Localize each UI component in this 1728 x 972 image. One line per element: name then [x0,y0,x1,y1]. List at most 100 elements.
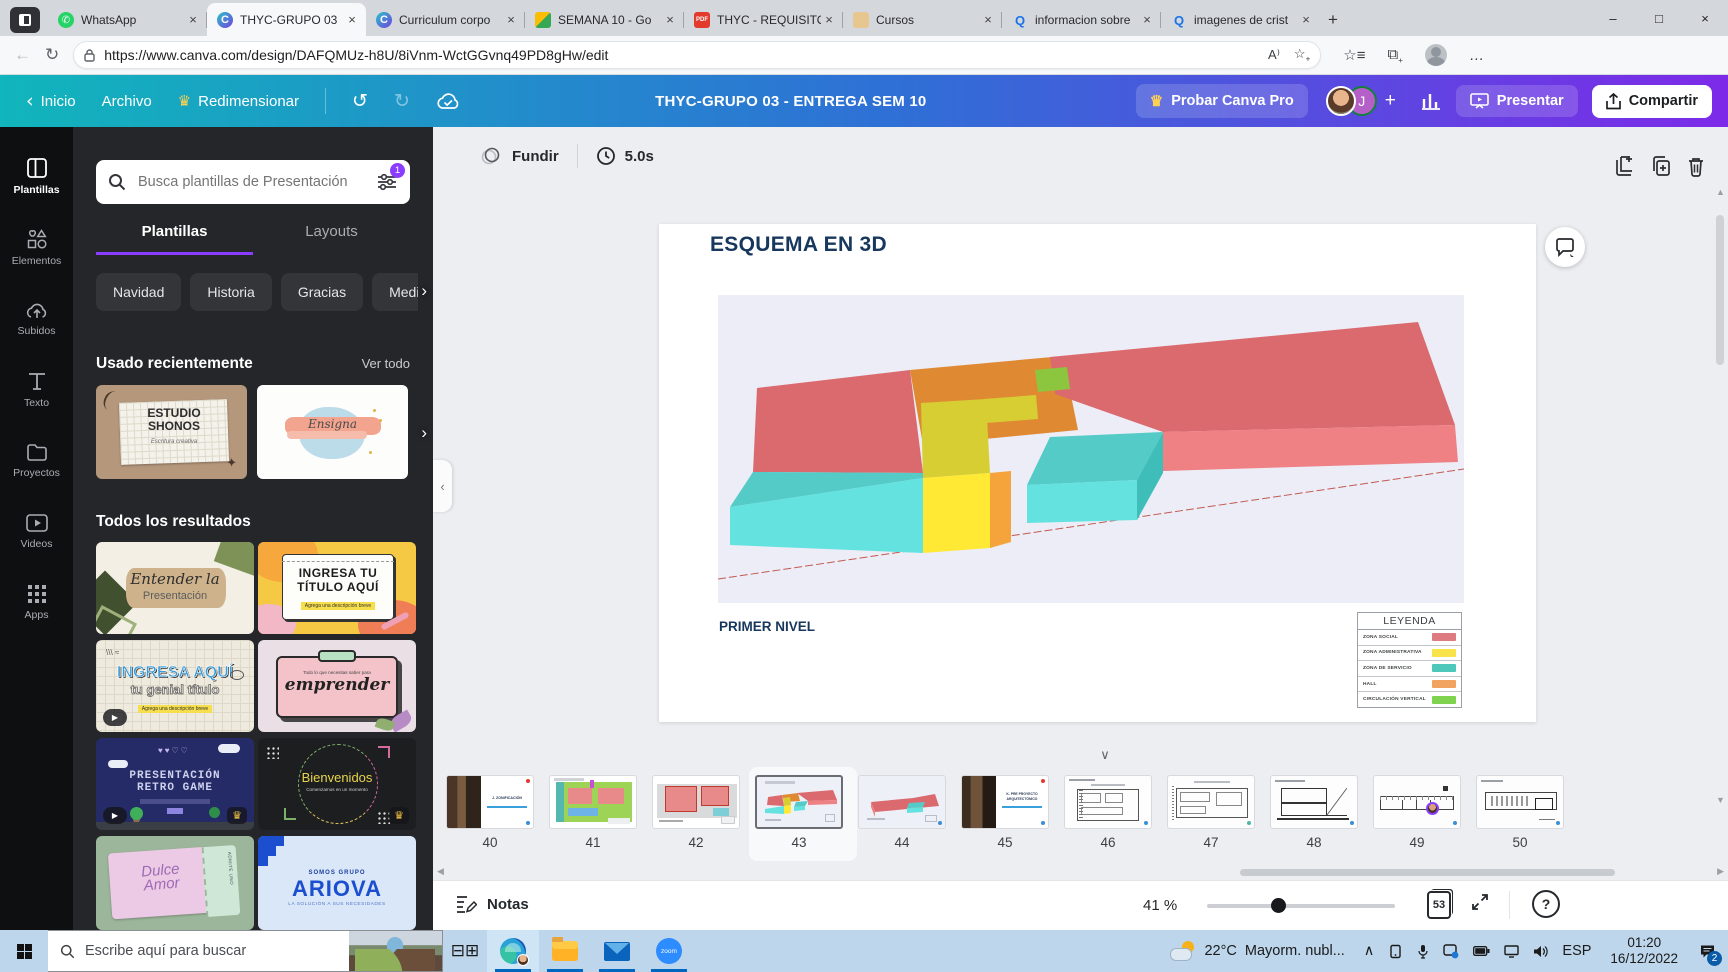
home-button[interactable]: ‹ Inicio [26,90,76,112]
collections-icon[interactable]: ⧉+ [1387,46,1402,65]
file-menu-button[interactable]: Archivo [102,93,152,110]
network-icon[interactable] [1504,944,1520,958]
delete-page-icon[interactable] [1686,155,1706,177]
chip-navidad[interactable]: Navidad [96,273,182,311]
close-tab-icon[interactable]: × [1298,12,1314,28]
edge-workspaces-button[interactable] [10,7,40,33]
sidebar-item-subidos[interactable]: Subidos [5,283,69,354]
taskbar-clock[interactable]: 01:20 16/12/2022 [1610,935,1678,967]
template-estudio-shonos[interactable]: ESTUDIO SHONOS Escritura creativa ✦ [96,385,247,479]
tab-imagenes[interactable]: Q imagenes de crist × [1161,4,1320,36]
duplicate-page-icon[interactable] [1650,155,1672,177]
close-tab-icon[interactable]: × [185,12,201,28]
see-all-link[interactable]: Ver todo [362,356,410,371]
scroll-up-icon[interactable]: ▲ [1716,187,1725,197]
close-tab-icon[interactable]: × [821,12,837,28]
tab-thyc-requisitos[interactable]: PDF THYC - REQUISITO × [684,4,843,36]
filter-button[interactable]: 1 [376,163,405,193]
scrollbar-thumb[interactable] [1240,869,1615,876]
taskbar-app-explorer[interactable] [539,930,591,972]
close-window-button[interactable]: × [1682,0,1728,36]
tab-layouts[interactable]: Layouts [253,223,410,255]
read-aloud-icon[interactable]: A⁾ [1268,47,1280,63]
undo-button[interactable]: ↺ [352,90,368,112]
search-input[interactable] [136,173,376,191]
tab-plantillas[interactable]: Plantillas [96,223,253,255]
recent-scroll-right-icon[interactable]: › [421,423,427,443]
filmstrip-slide-44[interactable]: 44 [858,771,954,859]
share-button[interactable]: Compartir [1591,84,1712,118]
slide-title[interactable]: ESQUEMA EN 3D [710,233,887,257]
url-field[interactable]: https://www.canva.com/design/DAFQMUz-h8U… [73,41,1322,69]
sidebar-item-texto[interactable]: Texto [5,354,69,425]
vertical-scrollbar[interactable]: ▲ ▼ [1714,187,1726,805]
filmstrip-slide-48[interactable]: 48 [1270,771,1366,859]
transition-button[interactable]: Fundir [481,146,559,166]
sidebar-item-apps[interactable]: Apps [5,567,69,638]
template-entender[interactable]: Entender la Presentación [96,542,254,634]
battery-icon[interactable] [1473,946,1490,956]
notes-button[interactable]: Notas [455,894,529,914]
comment-button[interactable] [1545,227,1585,267]
template-ariova[interactable]: SOMOS GRUPO ARIOVA LA SOLUCIÓN A SUS NEC… [258,836,416,930]
collaborator-avatar[interactable] [1325,86,1356,116]
zoom-slider[interactable] [1207,898,1395,913]
chips-scroll-right-icon[interactable]: › [421,281,427,301]
refresh-icon[interactable]: ↻ [45,45,59,65]
taskbar-app-zoom[interactable]: zoom [643,930,695,972]
new-tab-button[interactable]: + [1328,10,1338,30]
sidebar-item-proyectos[interactable]: Proyectos [5,425,69,496]
close-tab-icon[interactable]: × [662,12,678,28]
add-page-icon[interactable] [1614,155,1636,177]
language-indicator[interactable]: ESP [1562,943,1591,959]
template-ingresa-genial[interactable]: \\\ ≈ INGRESA AQUÍ tu genial título Agre… [96,640,254,732]
tab-informacion[interactable]: Q informacion sobre × [1002,4,1161,36]
resize-button[interactable]: ♛ Redimensionar [178,92,299,110]
task-view-button[interactable]: ⊟⊞ [443,930,487,972]
minimize-button[interactable]: – [1590,0,1636,36]
duration-button[interactable]: 5.0s [596,146,654,166]
taskbar-weather[interactable]: 22°C Mayorm. nubl... [1170,941,1345,961]
filmstrip-slide-43-selected[interactable]: 43 [749,767,857,861]
microphone-icon[interactable] [1417,944,1429,959]
help-button[interactable]: ? [1532,890,1560,918]
sidebar-item-plantillas[interactable]: Plantillas [5,141,69,212]
taskbar-search[interactable]: Escribe aquí para buscar [48,930,443,972]
zoom-slider-thumb[interactable] [1271,898,1286,913]
tab-cursos[interactable]: Cursos × [843,4,1002,36]
filmstrip-slide-46[interactable]: 46 [1064,771,1160,859]
redo-button[interactable]: ↻ [394,90,410,112]
tray-expand-icon[interactable]: ∧ [1364,943,1375,959]
chip-historia[interactable]: Historia [190,273,272,311]
template-dulce-amor[interactable]: Dulce Amor ADMITE UNO [96,836,254,930]
present-button[interactable]: Presentar [1455,85,1578,117]
teams-status-icon[interactable] [1443,943,1459,959]
save-status-icon[interactable] [436,92,460,110]
tab-curriculum[interactable]: C Curriculum corpo × [366,4,525,36]
scroll-left-icon[interactable]: ◀ [437,867,444,877]
slide-page[interactable]: ESQUEMA EN 3D PRIMER NIVEL LEYENDA ZONA … [659,224,1536,722]
close-tab-icon[interactable]: × [1139,12,1155,28]
template-emprender[interactable]: Todo lo que necesitas saber para emprend… [258,640,416,732]
start-button[interactable] [0,930,48,972]
filmstrip-slide-47[interactable]: 47 [1167,771,1263,859]
try-pro-button[interactable]: ♛ Probar Canva Pro [1135,84,1308,118]
rotation-lock-icon[interactable] [1388,944,1403,959]
template-ensigna[interactable]: Ensigna [257,385,408,479]
browser-profile-avatar[interactable] [1424,44,1447,66]
action-center-button[interactable]: 2 [1690,930,1724,972]
close-tab-icon[interactable]: × [980,12,996,28]
filmstrip-slide-41[interactable]: 41 [549,771,645,859]
template-search-box[interactable]: 1 [96,160,410,204]
panel-collapse-handle[interactable]: ‹ [433,460,452,512]
search-highlight-image[interactable] [349,931,442,971]
close-tab-icon[interactable]: × [344,12,360,28]
scroll-right-icon[interactable]: ▶ [1717,867,1724,877]
filmstrip-slide-49[interactable]: 49 [1373,771,1469,859]
template-retro-game[interactable]: ♥♥♡♡ PRESENTACIÓN RETRO GAME ▶ ♛ [96,738,254,830]
chip-gracias[interactable]: Gracias [280,273,364,311]
volume-icon[interactable] [1533,945,1549,958]
favorites-bar-icon[interactable]: ☆≡ [1343,46,1365,64]
add-member-button[interactable]: + [1385,90,1396,112]
tab-semana-10[interactable]: SEMANA 10 - Go × [525,4,684,36]
